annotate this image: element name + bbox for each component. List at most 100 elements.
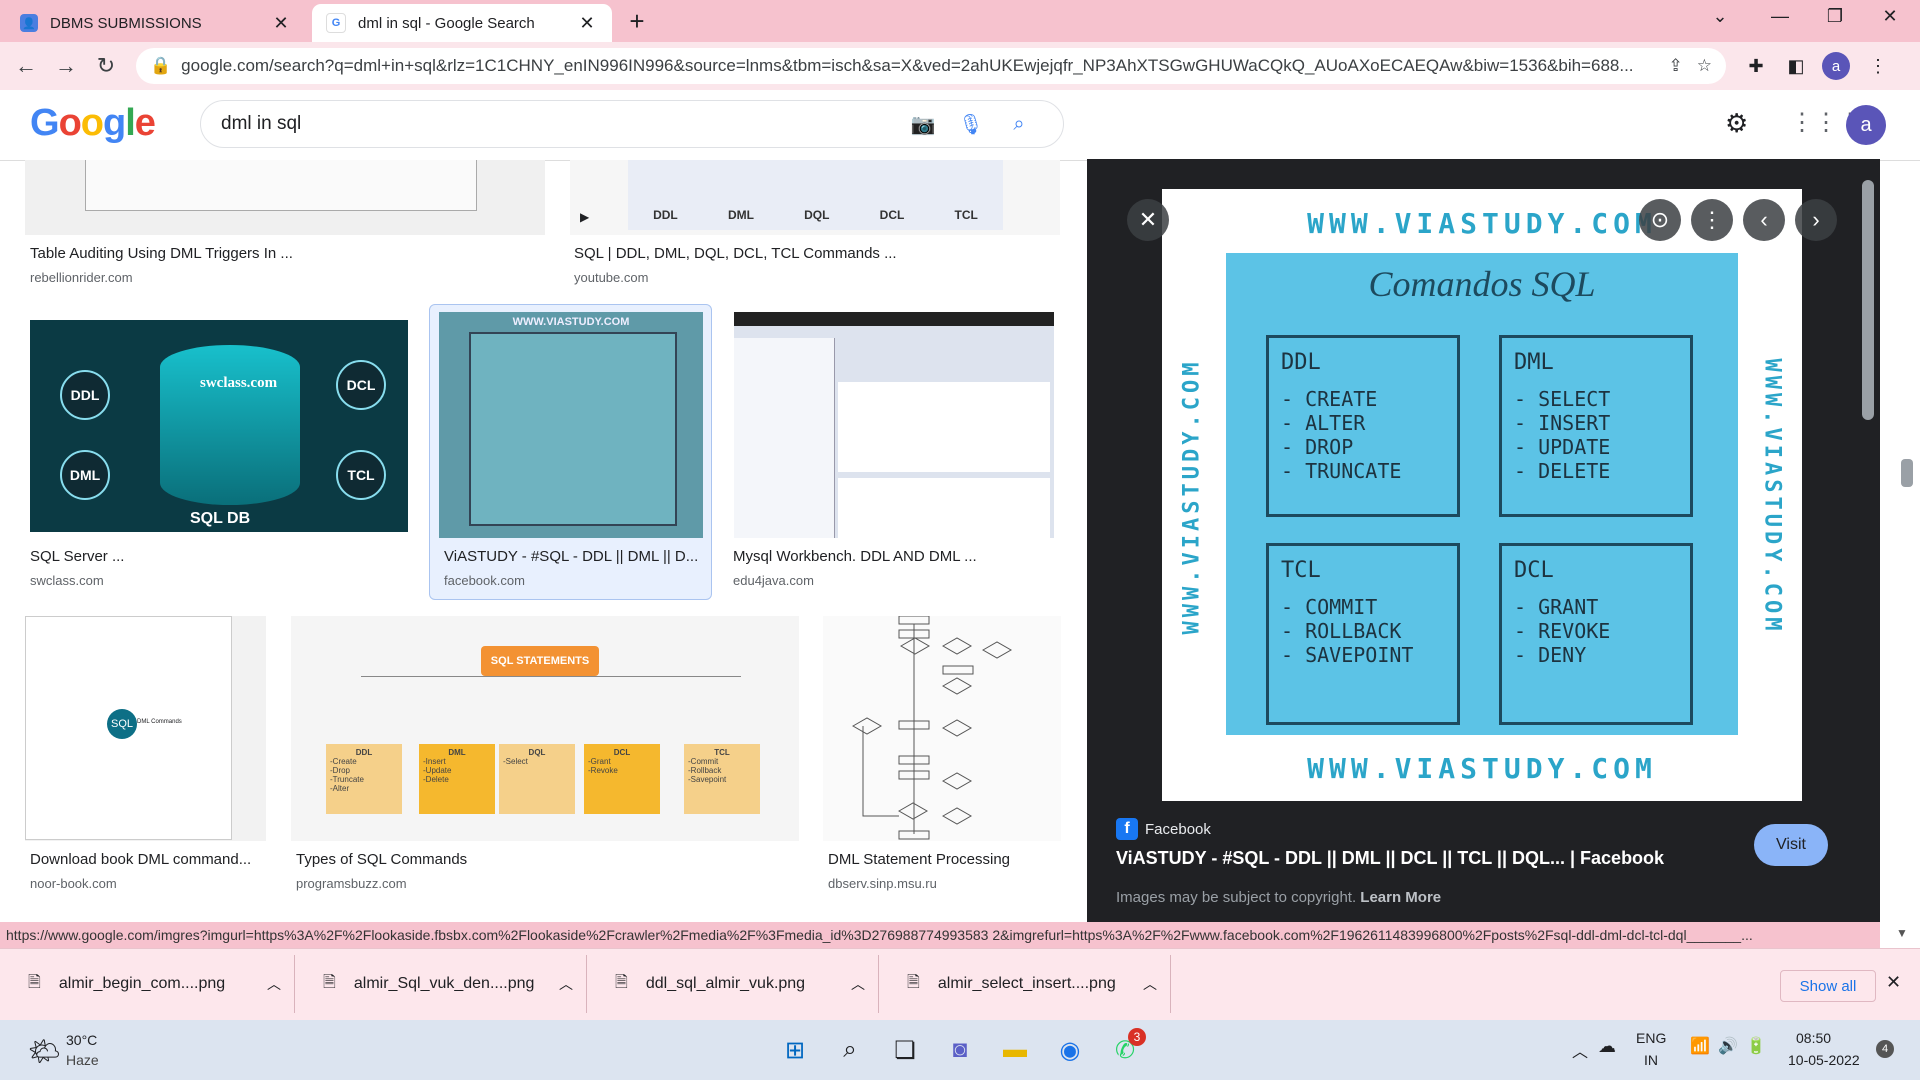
download-item[interactable]: 🗎 almir_begin_com....png ︿ <box>0 955 295 1013</box>
chrome-icon[interactable]: ◉ <box>1050 1030 1090 1070</box>
gear-icon[interactable]: ⚙ <box>1725 108 1748 139</box>
google-logo[interactable]: Google <box>30 102 156 145</box>
tab-label: DBMS SUBMISSIONS <box>50 14 202 32</box>
quad-item: - TRUNCATE <box>1281 459 1402 483</box>
preview-title[interactable]: ViASTUDY - #SQL - DDL || DML || DCL || T… <box>1116 848 1664 869</box>
chevron-up-icon[interactable]: ︿ <box>546 974 586 994</box>
download-item[interactable]: 🗎 ddl_sql_almir_vuk.png ︿ <box>587 955 879 1013</box>
close-downloads-icon[interactable]: ✕ <box>1886 972 1901 993</box>
result-thumb-4[interactable] <box>734 312 1054 538</box>
onedrive-icon[interactable]: ☁ <box>1598 1036 1616 1057</box>
download-item[interactable]: 🗎 almir_Sql_vuk_den....png ︿ <box>295 955 587 1013</box>
download-item[interactable]: 🗎 almir_select_insert....png ︿ <box>879 955 1171 1013</box>
thumb-label: TCL <box>954 208 978 222</box>
previous-image-button[interactable]: ‹ <box>1743 199 1785 241</box>
result-caption[interactable]: DML Statement Processing <box>828 851 1010 868</box>
file-explorer-icon[interactable]: ▬ <box>995 1030 1035 1070</box>
search-box[interactable]: dml in sql 📷 🎙 ⌕ <box>200 100 1064 148</box>
search-input[interactable]: dml in sql <box>221 113 899 135</box>
result-thumb-1[interactable]: DDL DML DQL DCL TCL ▶ <box>570 160 1060 235</box>
learn-more-link[interactable]: Learn More <box>1360 889 1441 906</box>
back-icon[interactable]: ← <box>6 53 46 79</box>
result-caption[interactable]: Mysql Workbench. DDL AND DML ... <box>733 548 977 565</box>
chevron-up-icon[interactable]: ︿ <box>1130 974 1170 994</box>
result-thumb-7[interactable] <box>823 616 1061 841</box>
result-thumb-6[interactable]: SQL STATEMENTS DDL -Create -Drop -Truncate… <box>291 616 799 841</box>
chevron-up-icon[interactable]: ︿ <box>838 974 878 994</box>
extensions-icon[interactable]: ✚ <box>1736 56 1776 77</box>
result-caption[interactable]: SQL | DDL, DML, DQL, DCL, TCL Commands .… <box>574 245 897 262</box>
tray-chevron-up-icon[interactable]: ︿ <box>1572 1038 1588 1062</box>
tab-search-icon[interactable]: ⌄ <box>1700 6 1740 27</box>
browser-toolbar: ← → ↻ 🔒 google.com/search?q=dml+in+sql&r… <box>0 42 1920 90</box>
download-name: almir_select_insert....png <box>937 975 1116 992</box>
address-bar[interactable]: 🔒 google.com/search?q=dml+in+sql&rlz=1C1… <box>136 48 1726 84</box>
url-text: google.com/search?q=dml+in+sql&rlz=1C1CH… <box>181 56 1634 75</box>
reload-icon[interactable]: ↻ <box>86 53 126 79</box>
chevron-up-icon[interactable]: ︿ <box>254 974 294 994</box>
result-caption[interactable]: Download book DML command... <box>30 851 260 868</box>
minimize-button[interactable]: — <box>1760 6 1800 27</box>
tab-dbms-submissions[interactable]: 👤 DBMS SUBMISSIONS ✕ <box>6 4 306 42</box>
result-caption[interactable]: SQL Server ... <box>30 548 124 565</box>
result-source: youtube.com <box>574 270 649 285</box>
download-name: almir_begin_com....png <box>58 975 226 992</box>
result-caption[interactable]: Types of SQL Commands <box>296 851 467 868</box>
restore-button[interactable]: ❐ <box>1815 6 1855 27</box>
more-options-icon[interactable]: ⋮ <box>1691 199 1733 241</box>
quad-item: - SAVEPOINT <box>1281 643 1414 667</box>
box-head: DQL <box>528 748 546 757</box>
scroll-down-icon[interactable]: ▼ <box>1896 926 1908 940</box>
lock-icon: 🔒 <box>150 56 172 75</box>
wifi-icon[interactable]: 📶 <box>1690 1036 1710 1056</box>
new-tab-button[interactable]: + <box>620 6 654 37</box>
preview-source[interactable]: Facebook <box>1145 821 1211 838</box>
notification-badge[interactable]: 4 <box>1876 1040 1894 1058</box>
panel-scrollbar[interactable] <box>1862 180 1874 420</box>
result-thumb-5[interactable]: SQL DML Commands <box>25 616 266 841</box>
result-thumb-2[interactable]: swclass.com SQL DB DDL DCL DML TCL <box>30 320 408 532</box>
teams-chat-icon[interactable]: ◙ <box>940 1030 980 1070</box>
close-tab-icon[interactable]: ✕ <box>270 13 292 34</box>
menu-dots-icon[interactable]: ⋮ <box>1858 56 1898 77</box>
status-url: https://www.google.com/imgres?imgurl=htt… <box>0 922 1880 948</box>
page-scrollbar-thumb[interactable] <box>1901 459 1913 487</box>
watermark-right: WWW.VIASTUDY.COM <box>1759 358 1785 635</box>
quad-item: - REVOKE <box>1514 619 1611 643</box>
start-windows-icon[interactable]: ⊞ <box>775 1030 815 1070</box>
side-panel-icon[interactable]: ◧ <box>1776 56 1816 77</box>
lens-search-icon[interactable]: ⊙ <box>1639 199 1681 241</box>
next-image-button[interactable]: › <box>1795 199 1837 241</box>
quad-item: - COMMIT <box>1281 595 1378 619</box>
weather-sun-icon[interactable]: 🌤 <box>28 1036 61 1067</box>
close-preview-button[interactable]: ✕ <box>1127 199 1169 241</box>
visit-button[interactable]: Visit <box>1754 824 1828 866</box>
microphone-icon[interactable]: 🎙 <box>947 112 995 137</box>
result-thumb-0[interactable] <box>25 160 545 235</box>
box-head: DDL <box>355 748 373 757</box>
quad-item: - INSERT <box>1514 411 1611 435</box>
tab-google-search[interactable]: G dml in sql - Google Search ✕ <box>312 4 612 42</box>
clock-time[interactable]: 08:50 <box>1796 1030 1831 1046</box>
search-icon[interactable]: ⌕ <box>995 113 1043 136</box>
language-code[interactable]: ENG <box>1636 1030 1666 1046</box>
result-caption[interactable]: ViASTUDY - #SQL - DDL || DML || D... <box>444 548 704 565</box>
close-window-button[interactable]: ✕ <box>1870 6 1910 27</box>
result-caption[interactable]: Table Auditing Using DML Triggers In ... <box>30 245 293 262</box>
volume-icon[interactable]: 🔊 <box>1718 1036 1738 1056</box>
share-icon[interactable]: ⇪ <box>1669 56 1683 76</box>
camera-icon[interactable]: 📷 <box>899 112 947 137</box>
show-all-button[interactable]: Show all <box>1780 970 1876 1002</box>
task-view-icon[interactable]: ❏ <box>885 1030 925 1070</box>
account-avatar[interactable]: a <box>1846 105 1886 145</box>
result-thumb-3[interactable]: WWW.VIASTUDY.COM <box>439 312 703 538</box>
close-tab-icon[interactable]: ✕ <box>576 13 598 34</box>
forward-icon[interactable]: → <box>46 53 86 79</box>
battery-icon[interactable]: 🔋 <box>1746 1036 1766 1056</box>
preview-image[interactable]: WWW.VIASTUDY.COM WWW.VIASTUDY.COM WWW.VI… <box>1162 189 1802 801</box>
result-source: programsbuzz.com <box>296 876 407 891</box>
weather-temp[interactable]: 30°C <box>66 1032 97 1048</box>
bookmark-star-icon[interactable]: ☆ <box>1697 56 1712 76</box>
profile-avatar[interactable]: a <box>1822 52 1850 80</box>
search-icon[interactable]: ⌕ <box>830 1030 870 1070</box>
